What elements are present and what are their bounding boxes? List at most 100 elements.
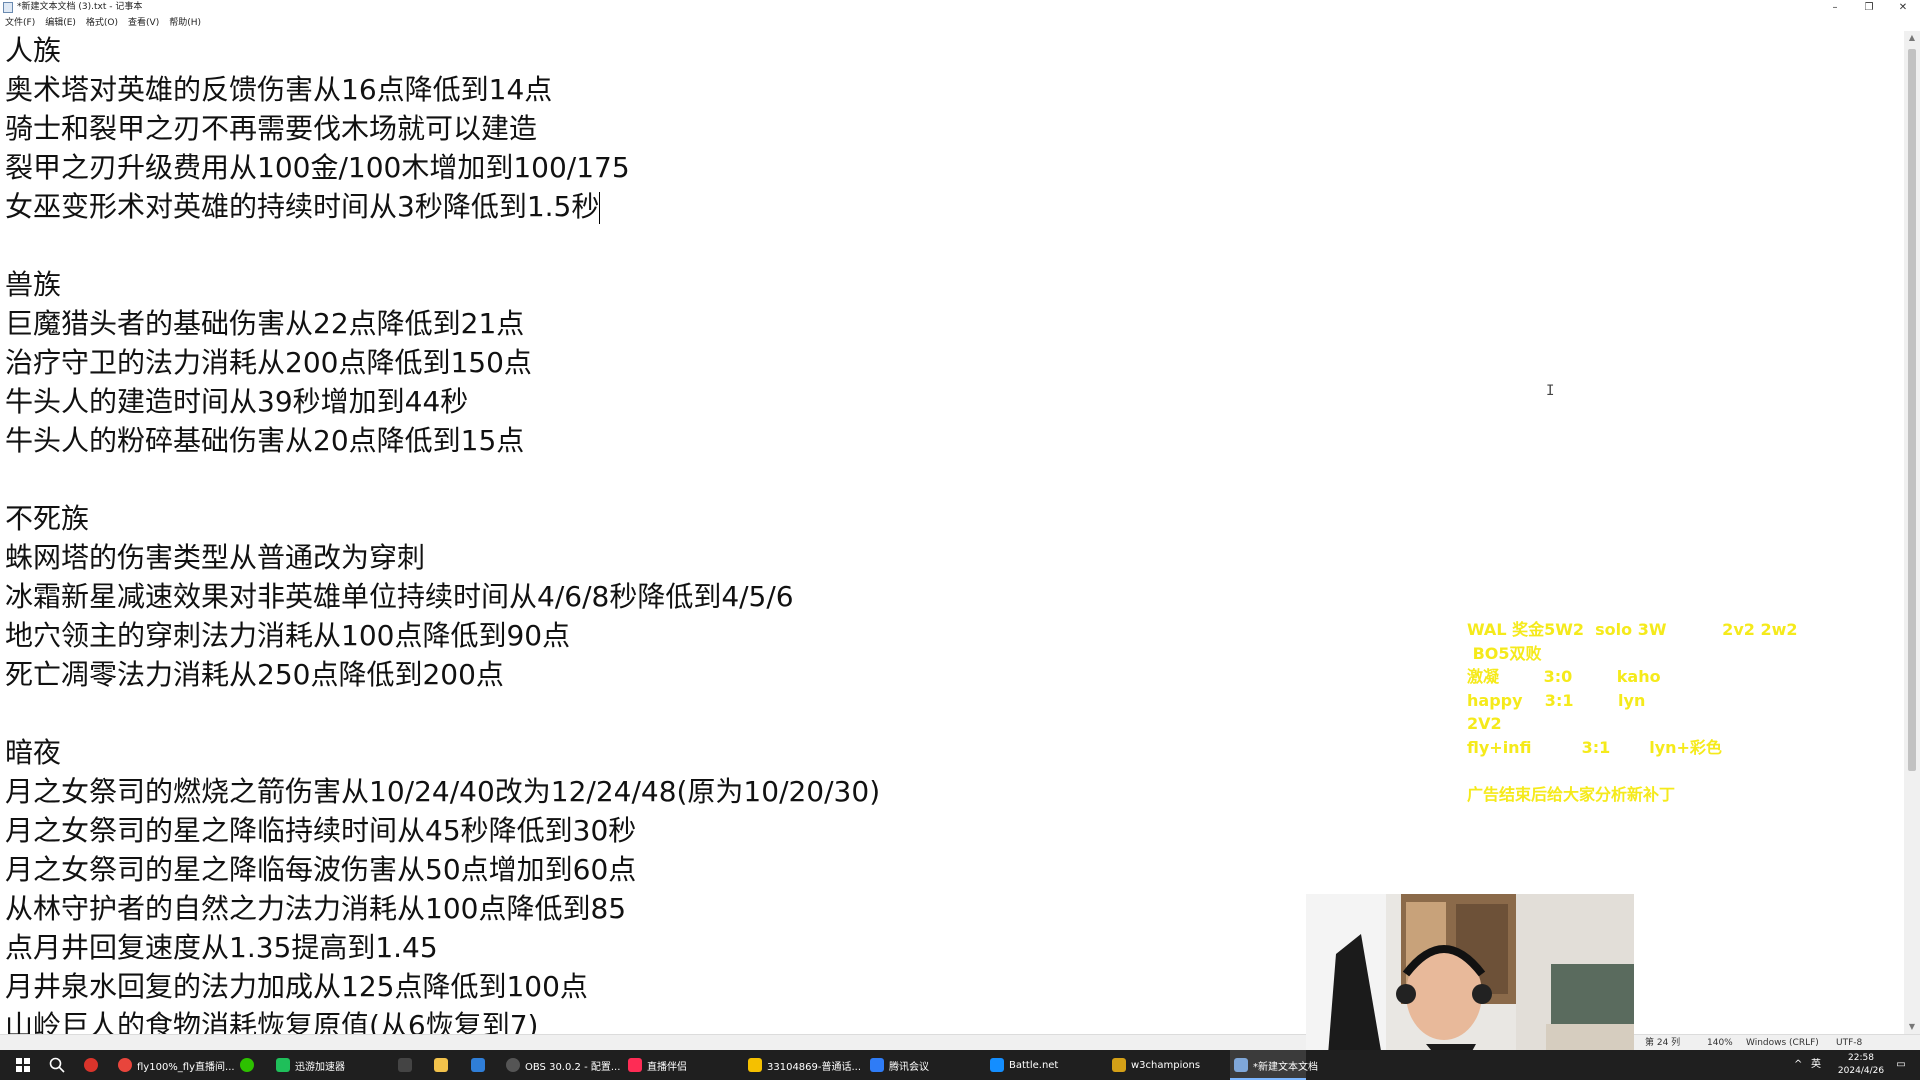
battlenet-icon	[990, 1058, 1004, 1072]
text-line: 兽族	[5, 268, 62, 301]
start-button[interactable]	[8, 1050, 38, 1080]
taskbar-item-vscode[interactable]	[471, 1050, 491, 1080]
taskbar-label: Battle.net	[1009, 1059, 1059, 1071]
encoding: UTF-8	[1836, 1038, 1863, 1048]
overlay-line: fly+infi 3:1 lyn+彩色	[1467, 737, 1722, 757]
taskbar-label: w3champions	[1131, 1059, 1201, 1071]
text-line: 月之女祭司的星之降临持续时间从45秒降低到30秒	[5, 814, 637, 847]
search-icon	[49, 1057, 65, 1073]
taskbar-item-yy[interactable]: 33104869-普通话...	[748, 1050, 862, 1080]
xunyou-icon	[276, 1058, 290, 1072]
text-line: 牛头人的建造时间从39秒增加到44秒	[5, 385, 469, 418]
text-line	[0, 460, 1904, 499]
vertical-scrollbar[interactable]: ▲ ▼	[1904, 31, 1920, 1034]
taskbar-item-notepad[interactable]: *新建文本文档	[1230, 1050, 1318, 1080]
taskbar-item-xunyou[interactable]: 迅游加速器	[276, 1050, 366, 1080]
scroll-up-icon[interactable]: ▲	[1904, 31, 1920, 45]
taskbar-label: 迅游加速器	[295, 1061, 345, 1073]
zoom-level: 140%	[1707, 1038, 1733, 1048]
system-clock[interactable]: 22:58 2024/4/26	[1830, 1052, 1892, 1078]
taskbar-item-chrome[interactable]: fly100%_fly直播间...	[118, 1050, 235, 1080]
taskbar-label: *新建文本文档	[1253, 1061, 1318, 1073]
scrollbar-thumb[interactable]	[1908, 49, 1916, 771]
taskbar-pinned-app[interactable]	[80, 1050, 102, 1080]
taskbar-item-obs[interactable]: OBS 30.0.2 - 配置...	[506, 1050, 620, 1080]
obs-icon	[506, 1058, 520, 1072]
text-line: 女巫变形术对英雄的持续时间从3秒降低到1.5秒	[5, 190, 600, 223]
line-ending: Windows (CRLF)	[1746, 1038, 1819, 1048]
taskbar-label: 33104869-普通话...	[767, 1061, 862, 1073]
vscode-icon	[471, 1058, 485, 1072]
cursor-position: 第 24 列	[1645, 1038, 1681, 1048]
file-explorer-icon	[434, 1058, 448, 1072]
tray-chevron-up-icon[interactable]: ^	[1794, 1050, 1802, 1080]
kk-icon	[398, 1058, 412, 1072]
text-line: 巨魔猎头者的基础伤害从22点降低到21点	[5, 307, 525, 340]
minimize-button[interactable]: –	[1818, 0, 1852, 15]
text-line	[0, 226, 1904, 265]
taskbar-label: fly100%_fly直播间...	[137, 1061, 235, 1073]
text-line-with-caret: 女巫变形术对英雄的持续时间从3秒降低到1.5秒	[0, 187, 1904, 226]
taskbar-label: 腾讯会议	[889, 1061, 929, 1073]
menu-view[interactable]: 查看(V)	[123, 16, 164, 30]
menu-bar: 文件(F) 编辑(E) 格式(O) 查看(V) 帮助(H)	[0, 16, 206, 30]
clock-time: 22:58	[1848, 1053, 1874, 1063]
menu-format[interactable]: 格式(O)	[81, 16, 123, 30]
overlay-line: 广告结束后给大家分析新补丁	[1467, 784, 1676, 804]
w3champions-icon	[1112, 1058, 1126, 1072]
menu-help[interactable]: 帮助(H)	[164, 16, 206, 30]
text-line: 治疗守卫的法力消耗从200点降低到150点	[5, 346, 532, 379]
overlay-line: 激凝 3:0 kaho	[1467, 667, 1661, 686]
ime-indicator[interactable]: 英	[1811, 1050, 1821, 1080]
menu-file[interactable]: 文件(F)	[0, 16, 40, 30]
text-line: 骑士和裂甲之刃不再需要伐木场就可以建造	[5, 112, 538, 145]
text-editor[interactable]: 人族 奥术塔对英雄的反馈伤害从16点降低到14点 骑士和裂甲之刃不再需要伐木场就…	[0, 31, 1904, 1034]
close-button[interactable]: ✕	[1886, 0, 1920, 15]
live-companion-icon	[628, 1058, 642, 1072]
text-line: 蛛网塔的伤害类型从普通改为穿刺	[5, 541, 426, 574]
ibeam-cursor-icon: I	[1546, 383, 1555, 399]
desktop: *新建文本文档 (3).txt - 记事本 – ❐ ✕ 文件(F) 编辑(E) …	[0, 0, 1920, 1080]
taskbar-item-kk[interactable]	[398, 1050, 418, 1080]
notepad-icon	[1234, 1058, 1248, 1072]
overlay-line: 2V2	[1467, 714, 1502, 733]
taskbar-item-battlenet[interactable]: Battle.net	[990, 1050, 1080, 1080]
menu-edit[interactable]: 编辑(E)	[40, 16, 81, 30]
tencent-meeting-icon	[870, 1058, 884, 1072]
text-caret	[599, 192, 601, 224]
scroll-down-icon[interactable]: ▼	[1904, 1020, 1920, 1034]
taskbar-label: 直播伴侣	[647, 1061, 687, 1073]
overlay-line: happy 3:1 lyn	[1467, 690, 1646, 710]
text-line: 月之女祭司的星之降临每波伤害从50点增加到60点	[5, 853, 637, 886]
overlay-line: WAL 奖金5W2 solo 3W 2v2 2w2	[1467, 620, 1798, 639]
taskbar: fly100%_fly直播间... 迅游加速器 OBS 30.0.2 - 配置.…	[0, 1050, 1920, 1080]
chrome-icon	[118, 1058, 132, 1072]
wechat-icon	[240, 1058, 254, 1072]
text-line: 人族	[5, 34, 62, 67]
overlay-line: BO5双败	[1467, 643, 1542, 663]
notification-icon[interactable]: ▭	[1890, 1050, 1912, 1080]
text-line: 冰霜新星减速效果对非英雄单位持续时间从4/6/8秒降低到4/5/6	[5, 580, 794, 613]
taskbar-item-wechat[interactable]	[240, 1050, 260, 1080]
taskbar-item-explorer[interactable]	[434, 1050, 454, 1080]
yy-icon	[748, 1058, 762, 1072]
fire-app-icon	[84, 1058, 98, 1072]
text-line: 奥术塔对英雄的反馈伤害从16点降低到14点	[5, 73, 553, 106]
taskbar-item-live-companion[interactable]: 直播伴侣	[628, 1050, 718, 1080]
overlay-line	[1467, 759, 1807, 783]
stream-overlay: WAL 奖金5W2 solo 3W 2v2 2w2 BO5双败 激凝 3:0 k…	[1467, 618, 1807, 806]
search-button[interactable]	[42, 1050, 72, 1080]
windows-icon	[16, 1058, 30, 1072]
clock-date: 2024/4/26	[1837, 1066, 1885, 1076]
text-line: 牛头人的粉碎基础伤害从20点降低到15点	[5, 424, 525, 457]
text-line: 不死族	[5, 502, 90, 535]
text-line: 裂甲之刃升级费用从100金/100木增加到100/175	[5, 151, 630, 184]
maximize-button[interactable]: ❐	[1852, 0, 1886, 15]
taskbar-item-w3champions[interactable]: w3champions	[1112, 1050, 1212, 1080]
title-bar: *新建文本文档 (3).txt - 记事本 – ❐ ✕	[0, 0, 1920, 15]
taskbar-item-tencent-meeting[interactable]: 腾讯会议	[870, 1050, 960, 1080]
window-controls: – ❐ ✕	[1818, 0, 1920, 15]
notepad-icon	[3, 2, 13, 13]
window-title: *新建文本文档 (3).txt - 记事本	[17, 2, 143, 12]
taskbar-label: OBS 30.0.2 - 配置...	[525, 1061, 621, 1073]
